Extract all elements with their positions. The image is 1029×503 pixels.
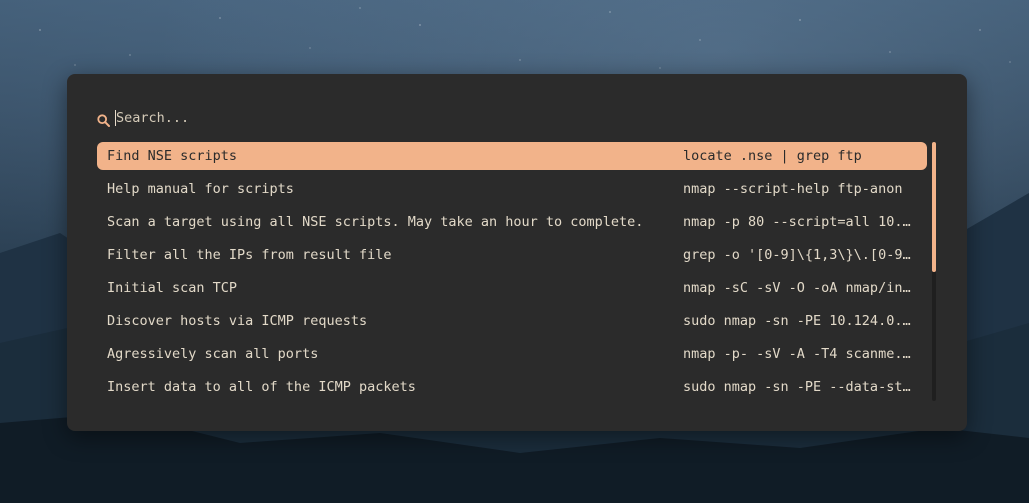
result-description: Initial scan TCP <box>107 280 238 296</box>
result-item[interactable]: Discover hosts via ICMP requests sudo nma… <box>97 307 927 335</box>
scrollbar-thumb[interactable] <box>932 142 936 272</box>
result-command: nmap -p- -sV -A -T4 scanme.nmap.org <box>683 346 915 362</box>
result-command: nmap --script-help ftp-anon <box>683 181 903 197</box>
result-item[interactable]: Initial scan TCP nmap -sC -sV -O -oA nmap… <box>97 274 927 302</box>
search-icon <box>97 112 110 127</box>
result-command: sudo nmap -sn -PE 10.124.0.0/24 <box>683 313 915 329</box>
result-command: nmap -sC -sV -O -oA nmap/initial <box>683 280 915 296</box>
result-description: Find NSE scripts <box>107 148 238 164</box>
result-description: Scan a target using all NSE scripts. May… <box>107 214 644 230</box>
result-item[interactable]: Help manual for scripts nmap --script-hel… <box>97 175 927 203</box>
result-description: Discover hosts via ICMP requests <box>107 313 368 329</box>
result-command: grep -o '[0-9]\{1,3\}\.[0-9]\{1,3\}' <box>683 247 915 263</box>
result-description: Insert data to all of the ICMP packets <box>107 379 416 395</box>
result-item[interactable]: Find NSE scripts locate .nse | grep ftp <box>97 142 927 170</box>
result-command: nmap -p 80 --script=all 10.0.0.0/24 <box>683 214 915 230</box>
scrollbar[interactable] <box>932 142 936 401</box>
result-command: sudo nmap -sn -PE --data-string <box>683 379 915 395</box>
result-item[interactable]: Insert data to all of the ICMP packets su… <box>97 373 927 401</box>
result-description: Agressively scan all ports <box>107 346 319 362</box>
search-bar <box>97 108 516 128</box>
result-item[interactable]: Agressively scan all ports nmap -p- -sV -… <box>97 340 927 368</box>
result-description: Filter all the IPs from result file <box>107 247 392 263</box>
command-palette: Find NSE scripts locate .nse | grep ftp He… <box>67 74 967 431</box>
search-input[interactable] <box>116 110 516 126</box>
results-list: Find NSE scripts locate .nse | grep ftp He… <box>97 142 927 406</box>
result-command: locate .nse | grep ftp <box>683 148 862 164</box>
result-description: Help manual for scripts <box>107 181 294 197</box>
result-item[interactable]: Filter all the IPs from result file grep … <box>97 241 927 269</box>
result-item[interactable]: Scan a target using all NSE scripts. May… <box>97 208 927 236</box>
